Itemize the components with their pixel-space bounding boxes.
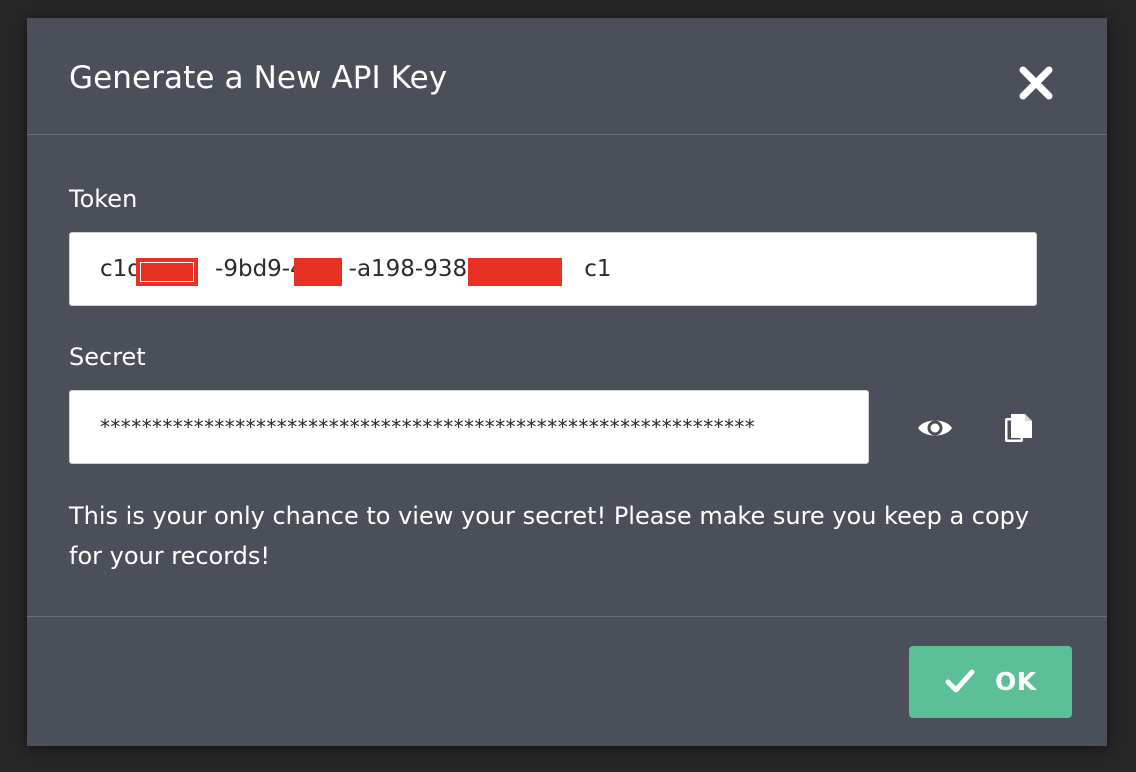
copy-secret-button[interactable] [999,408,1039,448]
redaction-box [468,258,562,286]
api-key-dialog: Generate a New API Key Token c1d -9bd9-4… [27,18,1107,746]
secret-label: Secret [69,343,146,371]
close-icon [1019,66,1053,100]
dialog-title: Generate a New API Key [69,60,448,96]
close-button[interactable] [1017,64,1055,102]
secret-value: ****************************************… [100,415,756,439]
ok-button[interactable]: OK [909,646,1072,718]
show-secret-button[interactable] [915,408,955,448]
copy-icon [1005,414,1032,442]
dialog-footer-divider [27,616,1107,617]
token-field[interactable]: c1d -9bd9-4 -a198-938 c1 [69,232,1037,306]
dialog-header: Generate a New API Key [27,18,1107,135]
secret-warning-message: This is your only chance to view your se… [69,502,1030,570]
secret-field[interactable]: ****************************************… [69,390,869,464]
token-label: Token [69,185,138,213]
redaction-box [294,258,342,286]
check-icon [945,669,975,693]
redaction-box [136,258,198,286]
eye-icon [918,420,952,436]
ok-button-label: OK [995,667,1037,696]
